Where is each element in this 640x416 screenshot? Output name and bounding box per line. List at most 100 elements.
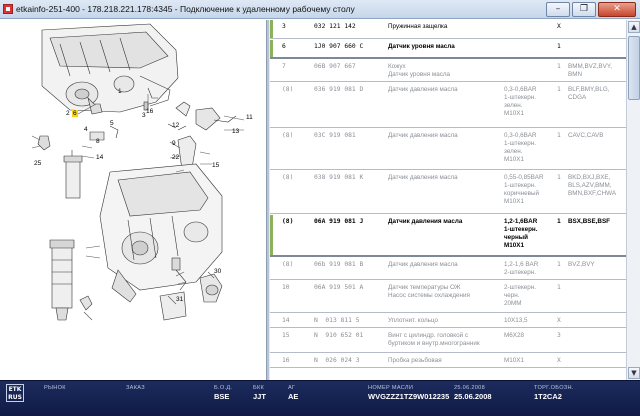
cell-models: BKD,BXJ,BXE, BLS,AZV,BMM, BMN,BXF,CHWA [568, 174, 617, 197]
callout-16[interactable]: 16 [146, 108, 153, 115]
cell-part-name: Кожух Датчик уровня масла [388, 63, 451, 78]
gearbox-value: JJT [253, 392, 266, 401]
cell-position: 10 [282, 284, 290, 291]
engine-code-label: Б.О.Д. [214, 385, 233, 391]
cell-position: (8) [282, 218, 294, 225]
table-row[interactable]: 14 N 013 811 5 Уплотнит. кольцо 10X13,5 … [270, 314, 626, 328]
cell-part-name: Датчик давления масла [388, 132, 458, 139]
maximize-button[interactable]: ❐ [572, 2, 596, 17]
cell-part-name: Датчик давления масла [388, 218, 463, 225]
etk-logo-text: ETK RUS [8, 386, 22, 401]
table-row[interactable]: 7 06B 907 667 Кожух Датчик уровня масла … [270, 60, 626, 82]
cell-part-number: N 013 811 5 [314, 317, 360, 324]
cell-part-name: Датчик давления масла [388, 174, 458, 181]
cell-quantity: 3 [557, 332, 561, 339]
date-label: 25.06.2008 [454, 385, 485, 391]
cell-position: 3 [282, 23, 286, 30]
cell-note: 0,3-0,6BAR 1-штекерн. зелен. M10X1 [504, 86, 537, 117]
scroll-up-button[interactable]: ▲ [628, 21, 640, 33]
table-row[interactable]: 16 N 026 024 3 Пробка резьбовая M10X1 X [270, 354, 626, 368]
market-label: РЫНОК [44, 385, 66, 391]
cell-part-number: 03C 919 081 [314, 132, 356, 139]
cell-part-name: Пружинная защелка [388, 23, 448, 30]
cell-position: 14 [282, 317, 290, 324]
cell-note: 0,55-0,85BAR 1-штекерн. коричневый M10X1 [504, 174, 544, 205]
scroll-down-button[interactable]: ▼ [628, 367, 640, 379]
cell-part-number: 1J0 907 660 C [314, 43, 364, 50]
cell-part-name: Датчик давления масла [388, 261, 458, 268]
table-row-active[interactable]: (8) 06A 919 081 J Датчик давления масла … [270, 215, 626, 257]
table-row[interactable]: 10 06A 919 501 A Датчик температуры ОЖ Н… [270, 281, 626, 313]
close-button[interactable]: ✕ [598, 2, 636, 17]
table-row[interactable]: (8) 036 919 081 D Датчик давления масла … [270, 83, 626, 128]
cell-position: (8) [282, 261, 294, 268]
ag-value: AE [288, 392, 299, 401]
callout-14[interactable]: 14 [96, 154, 103, 161]
table-row-selected[interactable]: 6 1J0 907 660 C Датчик уровня масла 1 [270, 40, 626, 59]
cell-part-name: Уплотнит. кольцо [388, 317, 438, 324]
callout-22[interactable]: 22 [172, 154, 179, 161]
table-row[interactable]: 15 N 910 652 01 Винт с цилиндр. головкой… [270, 329, 626, 353]
window-controls: – ❐ ✕ [546, 2, 636, 17]
window-title-bar[interactable]: etkainfo-251-400 - 178.218.221.178:4345 … [0, 0, 640, 19]
callout-25[interactable]: 25 [34, 160, 41, 167]
vin-label: НОМЕР МАСЛИ [368, 385, 414, 391]
cell-position: 16 [282, 357, 290, 364]
ag-label: АГ [288, 385, 296, 391]
cell-part-number: 036 919 081 D [314, 86, 364, 93]
table-row[interactable]: (8) 06b 919 081 B Датчик давления масла … [270, 258, 626, 280]
callout-9[interactable]: 9 [172, 140, 176, 147]
row-marker [270, 20, 273, 38]
cell-part-name: Винт с цилиндр. головкой с буртиком и вн… [388, 332, 480, 347]
parts-list-scrollbar[interactable]: ▲ ▼ [626, 20, 640, 380]
cell-models: BLF,BMY,BLG, CDGA [568, 86, 610, 101]
cell-part-number: N 026 024 3 [314, 357, 360, 364]
callout-6-highlighted[interactable]: 6 [72, 110, 78, 117]
cell-note: 2-штекерн. черн. 20MM [504, 284, 537, 307]
callout-30[interactable]: 30 [214, 268, 221, 275]
gearbox-label: БКК [253, 385, 265, 391]
cell-part-number: 06b 919 081 B [314, 261, 364, 268]
callout-12[interactable]: 12 [172, 122, 179, 129]
cell-position: (8) [282, 86, 294, 93]
callout-8[interactable]: 8 [96, 138, 100, 145]
callout-13[interactable]: 13 [232, 128, 239, 135]
cell-quantity: X [557, 317, 561, 324]
cell-models: BMM,BVZ,BVY, BMN [568, 63, 612, 78]
row-marker [270, 215, 273, 255]
cell-part-name: Датчик давления масла [388, 86, 458, 93]
callout-15[interactable]: 15 [212, 162, 219, 169]
callout-5[interactable]: 5 [110, 120, 114, 127]
table-row[interactable]: 3 032 121 142 Пружинная защелка X [270, 20, 626, 39]
table-row[interactable]: (8) 03C 919 081 Датчик давления масла 0,… [270, 129, 626, 170]
cell-models: BVZ,BVY [568, 261, 595, 268]
cell-models: BSX,BSE,BSF [568, 218, 610, 225]
minimize-button[interactable]: – [546, 2, 570, 17]
cell-position: (8) [282, 174, 294, 181]
cell-part-number: 032 121 142 [314, 23, 356, 30]
callout-4[interactable]: 4 [84, 126, 88, 133]
cell-part-name: Датчик уровня масла [388, 43, 455, 50]
cell-note: M6X28 [504, 332, 524, 339]
cell-quantity: X [557, 23, 561, 30]
cell-note: M10X1 [504, 357, 524, 364]
remote-desktop-icon [3, 4, 13, 14]
cell-part-name: Пробка резьбовая [388, 357, 442, 364]
cell-position: 7 [282, 63, 286, 70]
vin-value: WVGZZZ1TZ9W012235 [368, 392, 450, 401]
parts-diagram[interactable]: 1 2 3 4 5 6 8 9 11 12 13 14 15 16 22 25 … [0, 20, 266, 380]
cell-note: 1,2-1,6BAR 1-штекерн. черный M10X1 [504, 218, 538, 249]
cell-part-number: 038 919 081 K [314, 174, 364, 181]
callout-2[interactable]: 2 [66, 110, 70, 117]
scroll-thumb[interactable] [628, 36, 640, 100]
callout-31[interactable]: 31 [176, 296, 183, 303]
callout-1[interactable]: 1 [118, 88, 122, 95]
order-label: ЗАКАЗ [126, 385, 145, 391]
table-row[interactable]: (8) 038 919 081 K Датчик давления масла … [270, 171, 626, 214]
parts-list: 3 032 121 142 Пружинная защелка X 6 1J0 … [270, 20, 626, 380]
cell-note: 1,2-1,6 BAR 2-штекерн. [504, 261, 539, 276]
callout-11[interactable]: 11 [246, 114, 253, 121]
cell-part-number: 06A 919 501 A [314, 284, 364, 291]
cell-quantity: 1 [557, 43, 561, 50]
row-marker [270, 40, 273, 57]
